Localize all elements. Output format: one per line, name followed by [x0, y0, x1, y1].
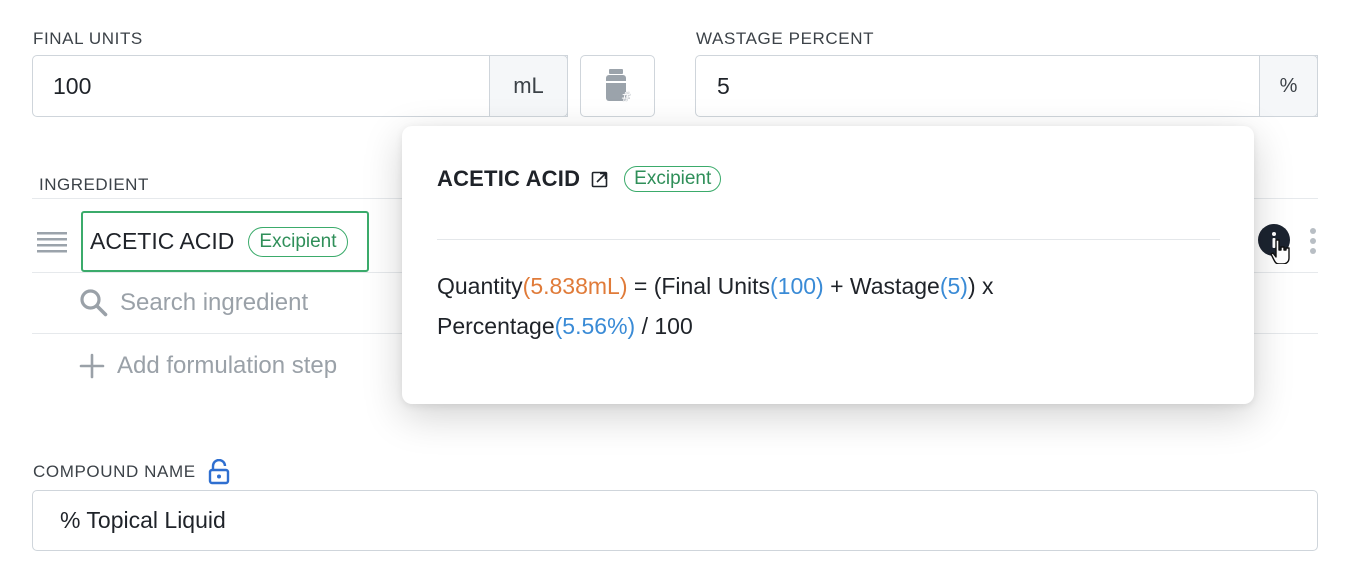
- ingredient-name: ACETIC ACID: [90, 228, 235, 254]
- excipient-badge: Excipient: [248, 226, 348, 257]
- search-ingredient-placeholder: Search ingredient: [120, 288, 309, 316]
- svg-text:#: #: [621, 90, 631, 104]
- wastage-percent-input[interactable]: 5: [695, 55, 1318, 117]
- formula-multiply: ) x: [967, 273, 994, 299]
- popover-title: ACETIC ACID: [437, 166, 581, 191]
- formula-percentage-label: Percentage: [437, 313, 555, 339]
- ingredient-column-header: INGREDIENT: [39, 175, 149, 194]
- ingredient-detail-popover: ACETIC ACID Excipient Quantity(5.838mL) …: [402, 126, 1254, 404]
- wastage-unit: %: [1279, 74, 1298, 97]
- lock-open-icon[interactable]: [208, 459, 230, 485]
- quantity-formula: Quantity(5.838mL) = (Final Units(100) + …: [437, 266, 1217, 346]
- bottle-hash-icon: #: [605, 69, 631, 104]
- final-units-unit: mL: [513, 73, 544, 98]
- bottle-button[interactable]: #: [580, 55, 655, 117]
- formula-wastage-label: + Wastage: [823, 273, 940, 299]
- formula-final-units-label: = (Final Units: [627, 273, 770, 299]
- popover-header: ACETIC ACID Excipient: [437, 166, 722, 192]
- formula-final-units-value: (100): [770, 273, 824, 299]
- plus-icon: [79, 353, 105, 379]
- final-units-input[interactable]: 100: [32, 55, 568, 117]
- drag-handle-icon[interactable]: [37, 231, 67, 253]
- search-icon: [80, 289, 108, 317]
- final-units-value: 100: [53, 72, 92, 99]
- popover-excipient-badge: Excipient: [624, 166, 722, 192]
- formula-quantity-value: (5.838mL): [522, 273, 628, 299]
- add-formulation-step-button[interactable]: Add formulation step: [79, 352, 337, 380]
- compound-name-label-text: COMPOUND NAME: [33, 462, 196, 481]
- kebab-menu-icon[interactable]: [1309, 228, 1317, 254]
- wastage-percent-label: WASTAGE PERCENT: [696, 29, 875, 48]
- popover-divider: [437, 239, 1220, 240]
- formula-wastage-value: (5): [939, 273, 968, 299]
- formula-divide: / 100: [635, 313, 693, 339]
- final-units-unit-addon: mL: [489, 55, 568, 117]
- compound-name-value: % Topical Liquid: [60, 507, 226, 533]
- final-units-label: FINAL UNITS: [33, 29, 143, 48]
- formula-percentage-value: (5.56%): [554, 313, 636, 339]
- compound-name-input[interactable]: % Topical Liquid: [32, 490, 1318, 551]
- external-link-icon[interactable]: [590, 169, 610, 189]
- ingredient-chip[interactable]: ACETIC ACID Excipient: [81, 211, 369, 272]
- hand-cursor-icon: [1270, 239, 1290, 264]
- formula-quantity-label: Quantity: [437, 273, 523, 299]
- wastage-percent-value: 5: [717, 72, 730, 99]
- add-formulation-step-label: Add formulation step: [117, 352, 338, 379]
- wastage-unit-addon: %: [1259, 55, 1318, 117]
- compound-name-label: COMPOUND NAME: [33, 459, 230, 485]
- search-ingredient-row[interactable]: Search ingredient: [79, 288, 308, 317]
